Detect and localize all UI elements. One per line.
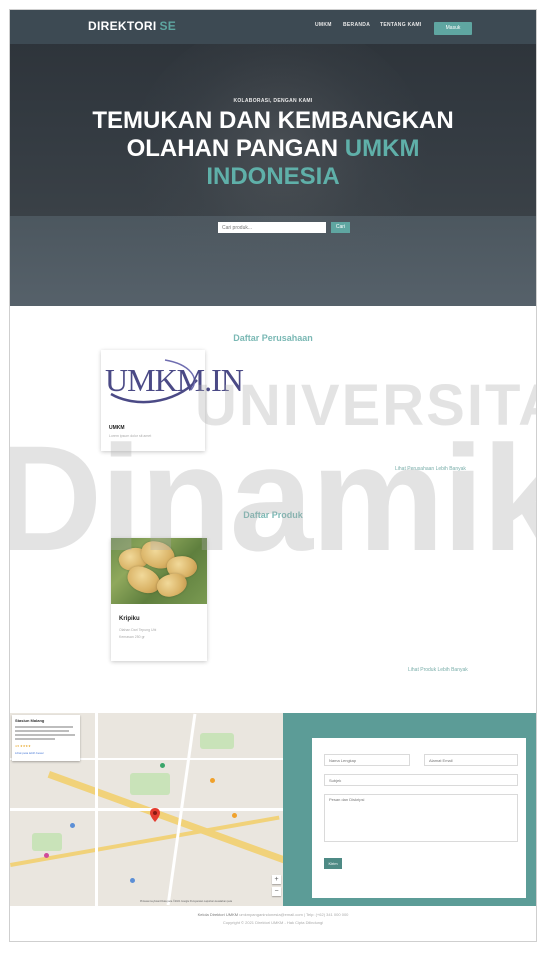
- search-button[interactable]: Cari: [331, 222, 350, 233]
- hero-title: TEMUKAN DAN KEMBANGKAN OLAHAN PANGAN UMK…: [10, 107, 536, 191]
- product-name: Kripiku: [119, 616, 140, 622]
- footer-org: Kelola Direktori UMKM: [197, 912, 239, 917]
- page: KOLABORASI, DENGAN KAMI TEMUKAN DAN KEMB…: [9, 9, 537, 942]
- message-field[interactable]: [324, 794, 518, 842]
- map-info-card: Stasiun Malang 4.5 ★★★★ Lihat peta lebih…: [12, 715, 80, 761]
- map-view-larger-link[interactable]: Lihat peta lebih besar: [15, 751, 44, 755]
- hero-eyebrow: KOLABORASI, DENGAN KAMI: [233, 98, 313, 104]
- top-navbar: DIREKTORI SE UMKM BERANDA TENTANG KAMI Ma…: [10, 10, 536, 44]
- footer-contact-line: Kelola Direktori UMKM umkmpanganindonesi…: [10, 912, 536, 917]
- map-poi-icon: [232, 813, 237, 818]
- hero-title-line2-a: OLAHAN PANGAN: [126, 135, 339, 162]
- hero-title-line2: OLAHAN PANGAN UMKM: [10, 135, 536, 163]
- map-address-line: [15, 730, 69, 732]
- more-products-link[interactable]: Lihat Produk Lebih Banyak: [408, 667, 468, 673]
- email-field[interactable]: [424, 754, 518, 766]
- footer-contact-details: umkmpanganindonesia@email.com | Telp: (+…: [239, 912, 349, 917]
- map-address-line: [15, 738, 55, 740]
- name-field[interactable]: [324, 754, 410, 766]
- map-zoom-in-button[interactable]: +: [272, 875, 281, 884]
- map-park: [200, 733, 234, 749]
- watermark-line2: Dinamika: [9, 414, 536, 582]
- search-input[interactable]: [218, 222, 326, 233]
- product-weight: Kemasan 250 gr: [119, 635, 145, 639]
- send-button[interactable]: Kirim: [324, 858, 342, 869]
- hero-title-line3: INDONESIA: [206, 163, 340, 190]
- products-title: Daftar Produk: [243, 510, 303, 520]
- nav-link-tentang-kami[interactable]: TENTANG KAMI: [380, 22, 422, 28]
- product-image: [111, 538, 207, 604]
- google-map[interactable]: Stasiun Malang 4.5 ★★★★ Lihat peta lebih…: [10, 713, 283, 906]
- logo-text: UMKM.IN: [105, 362, 244, 398]
- company-name: UMKM: [109, 425, 125, 431]
- watermark-line1: UNIVERSITAS: [195, 373, 536, 438]
- hero-section: KOLABORASI, DENGAN KAMI TEMUKAN DAN KEMB…: [10, 10, 536, 306]
- map-poi-icon: [70, 823, 75, 828]
- map-rating: 4.5 ★★★★: [15, 744, 31, 748]
- product-card[interactable]: Kripiku Olahan Dari Tepung Ubi Kemasan 2…: [111, 538, 207, 661]
- map-address-line: [15, 726, 73, 728]
- map-road: [10, 808, 283, 811]
- contact-form: Kirim: [312, 738, 526, 898]
- company-subtitle: Lorem ipsum dolor sit amet: [109, 434, 152, 438]
- login-button[interactable]: Masuk: [434, 22, 472, 35]
- nav-link-umkm[interactable]: UMKM: [315, 22, 332, 28]
- hero-title-line1: TEMUKAN DAN KEMBANGKAN: [92, 107, 454, 134]
- map-footer: Pintasan keyboard Data peta ©2021 Google…: [140, 900, 233, 903]
- contact-section: Kirim: [283, 713, 536, 906]
- brand-accent: SE: [159, 19, 177, 33]
- companies-title: Daftar Perusahaan: [233, 333, 313, 343]
- map-poi-icon: [210, 778, 215, 783]
- subject-field[interactable]: [324, 774, 518, 786]
- map-poi-icon: [44, 853, 49, 858]
- nav-link-beranda[interactable]: BERANDA: [343, 22, 370, 28]
- map-place-title: Stasiun Malang: [15, 718, 45, 723]
- map-marker-icon[interactable]: [150, 808, 160, 822]
- brand-logo[interactable]: DIREKTORI SE: [88, 19, 176, 33]
- map-poi-icon: [160, 763, 165, 768]
- brand-main: DIREKTORI: [88, 19, 157, 33]
- product-description: Olahan Dari Tepung Ubi: [119, 628, 157, 632]
- company-logo: UMKM.IN: [105, 356, 244, 406]
- more-companies-link[interactable]: Lihat Perusahaan Lebih Banyak: [395, 466, 466, 472]
- map-park: [32, 833, 62, 851]
- hero-title-highlight: UMKM: [344, 135, 420, 162]
- company-card[interactable]: UMKM.IN UMKM Lorem ipsum dolor sit amet: [101, 350, 244, 451]
- map-address-line: [15, 734, 75, 736]
- map-zoom-out-button[interactable]: −: [272, 887, 281, 896]
- map-park: [130, 773, 170, 795]
- map-poi-icon: [130, 878, 135, 883]
- footer-copyright: Copyright © 2021 Direktori UMKM - Hak Ci…: [222, 920, 324, 925]
